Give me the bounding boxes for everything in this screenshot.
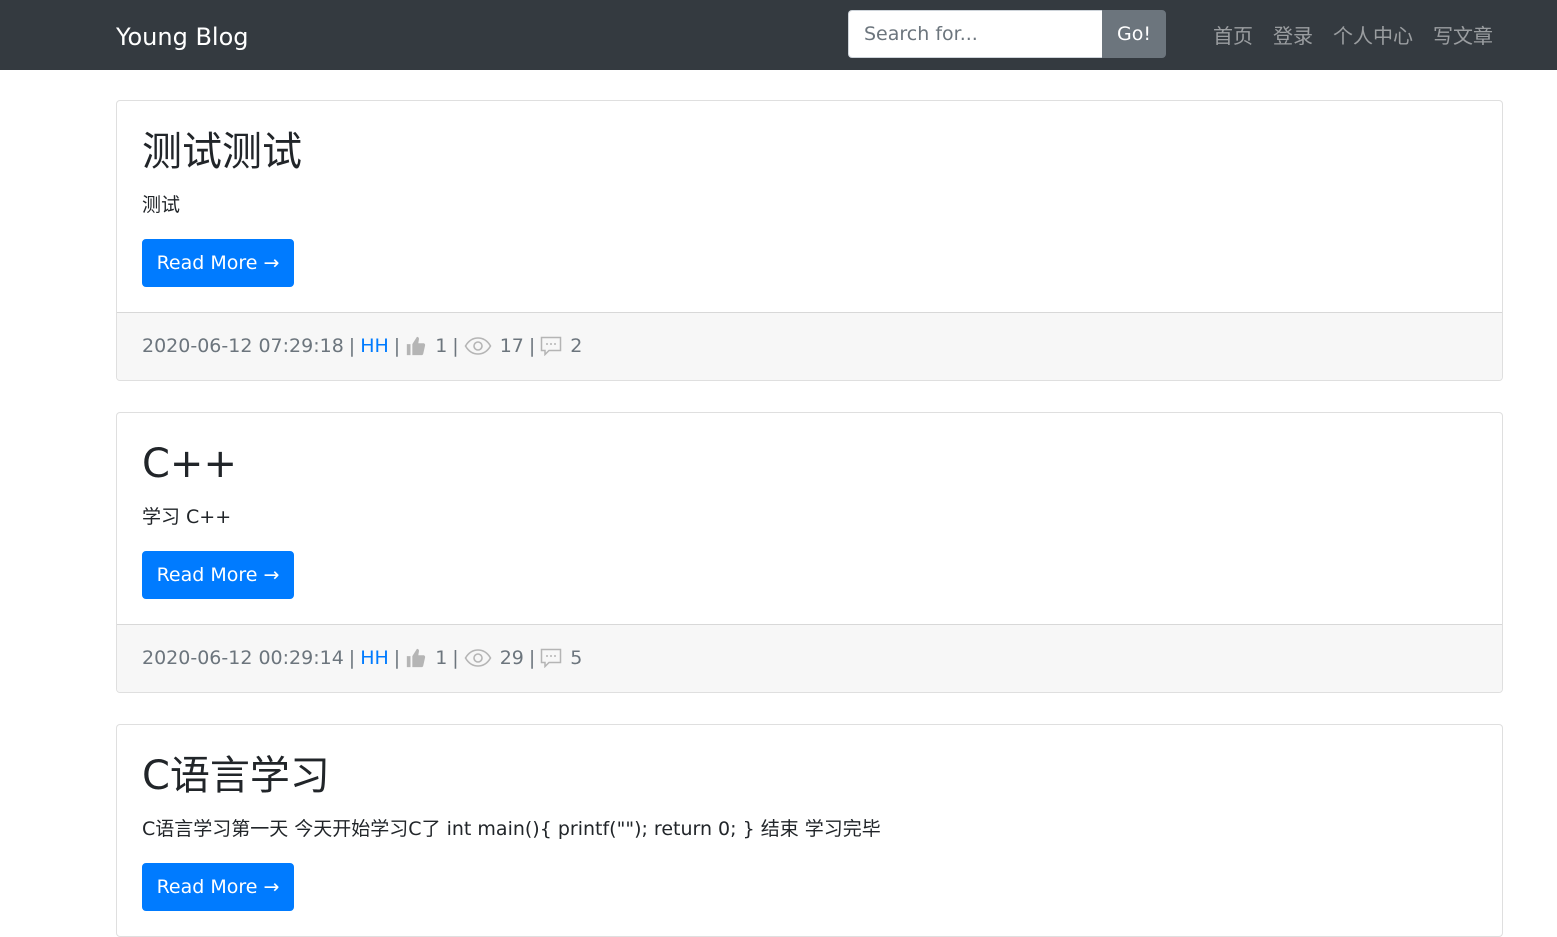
post-card-body: C++ 学习 C++ Read More → [117,413,1502,624]
post-summary: 学习 C++ [142,506,232,528]
view-count: 17 [499,335,524,357]
like-count: 1 [435,335,448,357]
comment-icon[interactable] [540,336,562,356]
comment-count: 5 [570,647,583,669]
read-more-button[interactable]: Read More → [142,239,294,287]
post-meta: 2020-06-12 07:29:18 | HH | 1 | 17 | 2 [142,330,582,362]
read-more-button[interactable]: Read More → [142,551,294,599]
post-title: C++ [142,441,237,487]
post-summary: C语言学习第一天 今天开始学习C了 int main(){ printf("")… [142,818,881,840]
nav-links: 首页 登录 个人中心 写文章 [1203,20,1503,52]
post-card-body: C语言学习 C语言学习第一天 今天开始学习C了 int main(){ prin… [117,725,1502,936]
search-button[interactable]: Go! [1102,10,1166,58]
post-date: 2020-06-12 07:29:18 [142,335,344,357]
separator: | [348,335,356,357]
post-card: 测试测试 测试 Read More → 2020-06-12 07:29:18 … [116,100,1503,381]
separator: | [393,335,401,357]
search-input[interactable] [848,10,1102,58]
nav-link-write-article[interactable]: 写文章 [1423,20,1503,52]
nav-link-login[interactable]: 登录 [1263,20,1323,52]
brand-logo[interactable]: Young Blog [116,20,249,54]
comment-icon[interactable] [540,648,562,668]
post-card: C++ 学习 C++ Read More → 2020-06-12 00:29:… [116,412,1503,693]
post-summary: 测试 [142,194,181,216]
nav-link-profile[interactable]: 个人中心 [1323,20,1423,52]
post-card-body: 测试测试 测试 Read More → [117,101,1502,312]
read-more-button[interactable]: Read More → [142,863,294,911]
separator: | [348,647,356,669]
post-card: C语言学习 C语言学习第一天 今天开始学习C了 int main(){ prin… [116,724,1503,937]
comment-count: 2 [570,335,583,357]
post-footer: 2020-06-12 07:29:18 | HH | 1 | 17 | 2 [117,312,1502,380]
separator: | [452,335,459,357]
navbar: Young Blog Go! 首页 登录 个人中心 写文章 [0,0,1557,70]
separator: | [393,647,401,669]
view-count: 29 [499,647,524,669]
separator: | [452,647,459,669]
eye-icon [464,648,492,668]
thumbs-up-icon[interactable] [405,335,427,357]
post-footer: 2020-06-12 00:29:14 | HH | 1 | 29 | 5 [117,624,1502,692]
post-meta: 2020-06-12 00:29:14 | HH | 1 | 29 | 5 [142,642,582,674]
post-title: 测试测试 [142,129,302,175]
post-author-link[interactable]: HH [360,647,389,669]
nav-link-home[interactable]: 首页 [1203,20,1263,52]
thumbs-up-icon[interactable] [405,647,427,669]
separator: | [528,647,536,669]
like-count: 1 [435,647,448,669]
post-date: 2020-06-12 00:29:14 [142,647,344,669]
separator: | [528,335,536,357]
post-author-link[interactable]: HH [360,335,389,357]
eye-icon [464,336,492,356]
post-title: C语言学习 [142,753,330,799]
